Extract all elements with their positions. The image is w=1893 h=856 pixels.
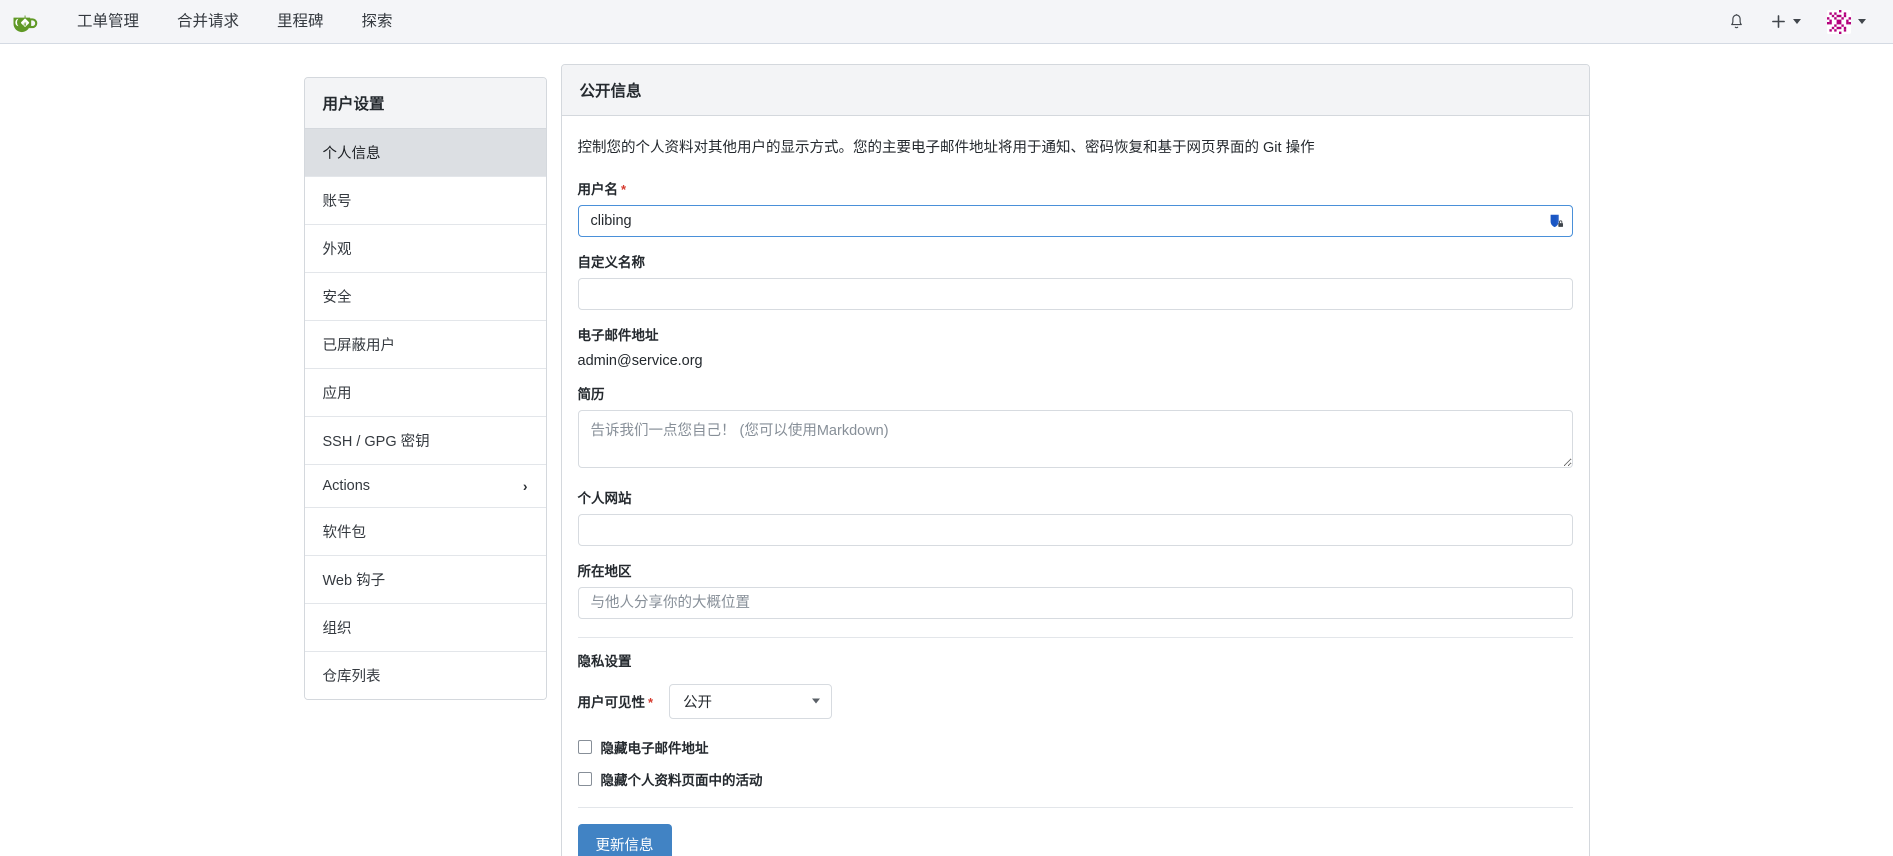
panel-title: 公开信息: [561, 65, 1589, 116]
username-field-group: 用户名 *: [577, 178, 1573, 237]
gitea-teacup-logo-icon: g: [13, 15, 38, 32]
visibility-selected-value: 公开: [683, 694, 713, 711]
website-label: 个人网站: [577, 490, 632, 506]
sidebar-title: 用户设置: [304, 78, 546, 129]
full-name-label: 自定义名称: [577, 254, 646, 270]
create-new-button[interactable]: [1758, 0, 1814, 44]
sidebar-item-label: Actions: [322, 478, 371, 494]
submit-divider: [577, 806, 1573, 808]
sidebar-item-label: 软件包: [322, 525, 367, 541]
sidebar-item-label: Web 钩子: [322, 573, 386, 589]
bell-icon: [1731, 13, 1742, 28]
chevron-down-icon: [1858, 19, 1866, 24]
sidebar-item-label: 安全: [322, 290, 352, 306]
website-input[interactable]: [577, 513, 1573, 546]
sidebar-item-actions[interactable]: Actions ›: [304, 465, 546, 508]
location-input[interactable]: [577, 586, 1573, 619]
visibility-select[interactable]: 公开: [669, 683, 833, 719]
visibility-label: 用户可见性 *: [578, 691, 654, 711]
sidebar-item-webhooks[interactable]: Web 钩子: [304, 556, 546, 604]
full-name-field-group: 自定义名称: [577, 251, 1573, 310]
website-field-group: 个人网站: [577, 487, 1573, 546]
chevron-right-icon: ›: [522, 478, 528, 494]
nav-links: 工单管理 合并请求 里程碑 探索: [58, 0, 412, 44]
bio-field-group: 简历: [577, 383, 1573, 473]
sidebar-item-appearance[interactable]: 外观: [304, 225, 546, 273]
sidebar-item-label: 外观: [322, 242, 352, 258]
email-value: admin@service.org: [577, 352, 703, 369]
hide-activity-checkbox[interactable]: [577, 771, 592, 786]
public-profile-panel: 公开信息 控制您的个人资料对其他用户的显示方式。您的主要电子邮件地址将用于通知、…: [560, 64, 1590, 856]
sidebar-item-organizations[interactable]: 组织: [304, 604, 546, 652]
update-profile-button[interactable]: 更新信息: [577, 823, 672, 856]
hide-email-checkbox-row[interactable]: 隐藏电子邮件地址: [577, 737, 1573, 757]
user-menu-button[interactable]: [1814, 0, 1879, 44]
sidebar-item-account[interactable]: 账号: [304, 177, 546, 225]
privacy-section-divider: [577, 636, 1573, 638]
password-manager-shield-icon[interactable]: [1546, 211, 1566, 231]
sidebar-item-ssh-gpg-keys[interactable]: SSH / GPG 密钥: [304, 417, 546, 465]
visibility-label-text: 用户可见性: [577, 695, 646, 711]
sidebar-item-label: 仓库列表: [322, 669, 381, 685]
plus-icon: [1772, 15, 1785, 28]
hide-email-label[interactable]: 隐藏电子邮件地址: [601, 737, 709, 757]
settings-sidebar: 用户设置 个人信息 账号 外观 安全 已屏蔽用户 应用 SSH / GPG 密钥: [303, 77, 547, 700]
sidebar-item-label: 组织: [322, 621, 352, 637]
shield-lock-icon: [1550, 214, 1563, 227]
nav-link-pull-requests[interactable]: 合并请求: [158, 0, 258, 44]
gitea-logo[interactable]: g: [8, 6, 40, 38]
top-navbar: g 工单管理 合并请求 里程碑 探索: [0, 0, 1893, 44]
sidebar-item-applications[interactable]: 应用: [304, 369, 546, 417]
privacy-section-title: 隐私设置: [577, 653, 632, 669]
sidebar-item-label: 应用: [322, 386, 352, 402]
sidebar-item-label: 个人信息: [322, 146, 381, 162]
visibility-field-group: 用户可见性 * 公开: [578, 683, 1573, 719]
bio-label: 简历: [577, 386, 605, 402]
full-name-input[interactable]: [577, 277, 1573, 310]
content-wrapper: 用户设置 个人信息 账号 外观 安全 已屏蔽用户 应用 SSH / GPG 密钥: [303, 64, 1590, 856]
hide-activity-label[interactable]: 隐藏个人资料页面中的活动: [601, 769, 763, 789]
sidebar-item-label: 已屏蔽用户: [322, 338, 396, 354]
email-label: 电子邮件地址: [577, 327, 659, 343]
location-field-group: 所在地区: [577, 560, 1573, 619]
sidebar-item-profile[interactable]: 个人信息: [304, 129, 546, 177]
required-marker: *: [621, 181, 627, 197]
username-input[interactable]: [577, 204, 1573, 237]
nav-link-milestones[interactable]: 里程碑: [258, 0, 343, 44]
email-field-group: 电子邮件地址 admin@service.org: [578, 324, 1573, 369]
location-label: 所在地区: [577, 563, 632, 579]
panel-body: 控制您的个人资料对其他用户的显示方式。您的主要电子邮件地址将用于通知、密码恢复和…: [562, 116, 1589, 856]
username-label-text: 用户名: [577, 181, 619, 197]
user-avatar-identicon: [1827, 9, 1851, 34]
required-marker: *: [648, 695, 654, 711]
sidebar-item-security[interactable]: 安全: [304, 273, 546, 321]
sidebar-item-packages[interactable]: 软件包: [304, 508, 546, 556]
chevron-down-icon: [1793, 19, 1801, 24]
svg-text:g: g: [23, 20, 27, 26]
sidebar-item-repositories[interactable]: 仓库列表: [304, 652, 546, 699]
sidebar-item-label: 账号: [322, 194, 352, 210]
navbar-right-actions: [1715, 0, 1879, 44]
username-input-wrap: [577, 204, 1573, 237]
notifications-button[interactable]: [1715, 0, 1758, 44]
panel-description: 控制您的个人资料对其他用户的显示方式。您的主要电子邮件地址将用于通知、密码恢复和…: [577, 140, 1315, 156]
bio-textarea[interactable]: [577, 409, 1573, 468]
chevron-down-icon: [812, 698, 821, 704]
page-container: 用户设置 个人信息 账号 外观 安全 已屏蔽用户 应用 SSH / GPG 密钥: [0, 44, 1893, 856]
sidebar-item-blocked-users[interactable]: 已屏蔽用户: [304, 321, 546, 369]
nav-link-explore[interactable]: 探索: [343, 0, 412, 44]
nav-link-issues[interactable]: 工单管理: [58, 0, 158, 44]
username-label: 用户名 *: [578, 178, 1573, 198]
hide-email-checkbox[interactable]: [577, 739, 592, 754]
hide-activity-checkbox-row[interactable]: 隐藏个人资料页面中的活动: [577, 769, 1573, 789]
sidebar-item-label: SSH / GPG 密钥: [322, 434, 430, 450]
